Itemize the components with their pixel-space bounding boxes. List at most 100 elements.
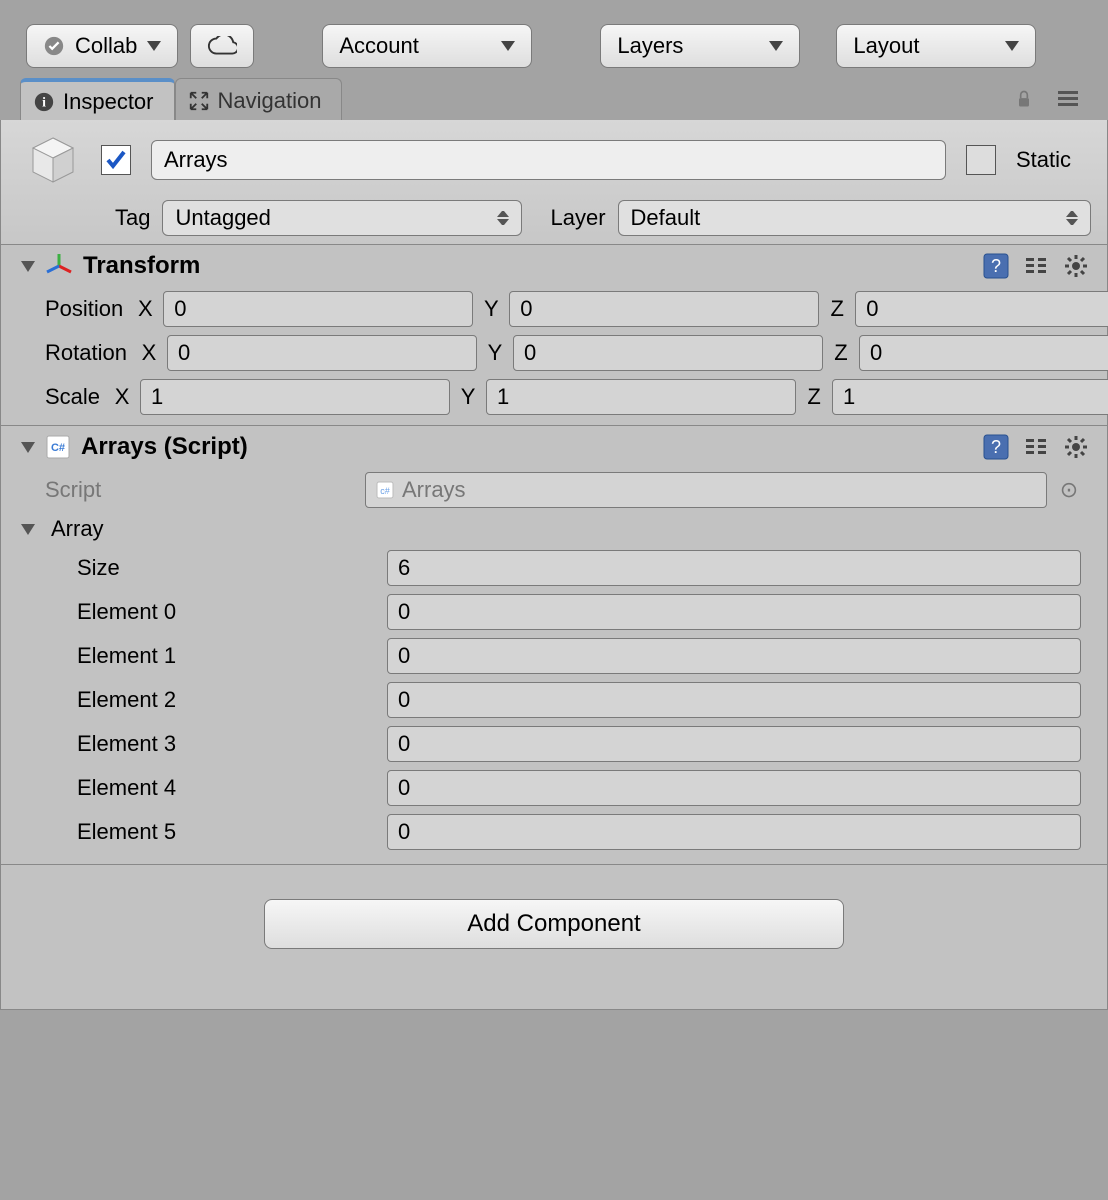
array-label: Array [51,516,104,542]
script-title: Arrays (Script) [81,433,248,461]
object-picker-icon[interactable]: ⊙ [1057,477,1081,503]
csharp-script-icon: C# [45,434,71,460]
layout-label: Layout [853,33,919,59]
element-2-input[interactable] [387,682,1081,718]
collab-label: Collab [75,33,137,59]
scale-y-input[interactable] [486,379,796,415]
element-label: Element 2 [77,687,377,713]
layers-dropdown[interactable]: Layers [600,24,800,68]
collab-button[interactable]: Collab [26,24,178,68]
help-icon[interactable]: ? [981,251,1011,281]
preset-icon[interactable] [1021,432,1051,462]
layer-label: Layer [550,205,605,231]
svg-text:i: i [42,95,46,110]
static-checkbox[interactable] [966,145,996,175]
foldout-icon[interactable] [21,442,35,453]
transform-title: Transform [83,252,200,280]
caret-down-icon [501,41,515,51]
preset-icon[interactable] [1021,251,1051,281]
svg-text:c#: c# [380,486,390,496]
gameobject-icon[interactable] [25,132,81,188]
tab-bar: i Inspector Navigation [0,78,1108,120]
updown-icon [1066,211,1078,225]
static-label: Static [1016,147,1071,173]
position-x-input[interactable] [163,291,473,327]
tab-navigation[interactable]: Navigation [175,78,343,120]
active-checkbox[interactable] [101,145,131,175]
script-field-row: Script c# Arrays ⊙ [1,468,1107,512]
element-4-input[interactable] [387,770,1081,806]
size-label: Size [77,555,377,581]
expand-icon [188,90,210,112]
position-label: Position [45,296,123,322]
lock-icon[interactable] [1014,89,1034,109]
account-dropdown[interactable]: Account [322,24,532,68]
element-label: Element 3 [77,731,377,757]
tag-label: Tag [115,205,150,231]
rotation-x-input[interactable] [167,335,477,371]
caret-down-icon [1005,41,1019,51]
tab-navigation-label: Navigation [218,88,322,114]
rotation-label: Rotation [45,340,127,366]
x-label: X [110,384,134,410]
z-label: Z [825,296,849,322]
info-icon: i [33,91,55,113]
layer-value: Default [631,205,701,231]
scale-label: Scale [45,384,100,410]
scale-z-input[interactable] [832,379,1108,415]
check-circle-icon [43,35,65,57]
tag-value: Untagged [175,205,270,231]
scale-x-input[interactable] [140,379,450,415]
gameobject-name-input[interactable] [151,140,946,180]
array-size-input[interactable] [387,550,1081,586]
element-1-input[interactable] [387,638,1081,674]
array-element-row: Element 0 [1,590,1107,634]
gear-icon[interactable] [1061,432,1091,462]
z-label: Z [829,340,853,366]
layer-dropdown[interactable]: Default [618,200,1091,236]
element-label: Element 4 [77,775,377,801]
cloud-icon [207,36,237,56]
y-label: Y [456,384,480,410]
svg-text:?: ? [991,256,1001,276]
gear-icon[interactable] [1061,251,1091,281]
position-y-input[interactable] [509,291,819,327]
rotation-row: Rotation X Y Z [1,331,1107,375]
element-0-input[interactable] [387,594,1081,630]
foldout-icon[interactable] [21,524,35,535]
y-label: Y [479,296,503,322]
transform-component: Transform ? Position X [1,245,1107,426]
layout-dropdown[interactable]: Layout [836,24,1036,68]
updown-icon [497,211,509,225]
script-object-field[interactable]: c# Arrays [365,472,1047,508]
rotation-y-input[interactable] [513,335,823,371]
cloud-button[interactable] [190,24,254,68]
caret-down-icon [769,41,783,51]
help-icon[interactable]: ? [981,432,1011,462]
element-label: Element 1 [77,643,377,669]
script-component: C# Arrays (Script) ? Script c [1,426,1107,865]
element-5-input[interactable] [387,814,1081,850]
array-size-row: Size [1,546,1107,590]
y-label: Y [483,340,507,366]
menu-icon[interactable] [1058,91,1078,107]
position-z-input[interactable] [855,291,1108,327]
rotation-z-input[interactable] [859,335,1108,371]
svg-text:C#: C# [51,442,65,454]
tag-dropdown[interactable]: Untagged [162,200,522,236]
scale-row: Scale X Y Z [1,375,1107,425]
account-label: Account [339,33,419,59]
array-foldout-row: Array [1,512,1107,546]
array-element-row: Element 4 [1,766,1107,810]
element-3-input[interactable] [387,726,1081,762]
z-label: Z [802,384,826,410]
tab-inspector-label: Inspector [63,89,154,115]
script-object-value: Arrays [402,477,466,503]
add-component-button[interactable]: Add Component [264,899,844,949]
foldout-icon[interactable] [21,261,35,272]
tab-inspector[interactable]: i Inspector [20,78,175,120]
csharp-small-icon: c# [376,481,394,499]
array-element-row: Element 2 [1,678,1107,722]
layers-label: Layers [617,33,683,59]
top-toolbar: Collab Account Layers Layout [0,12,1108,78]
